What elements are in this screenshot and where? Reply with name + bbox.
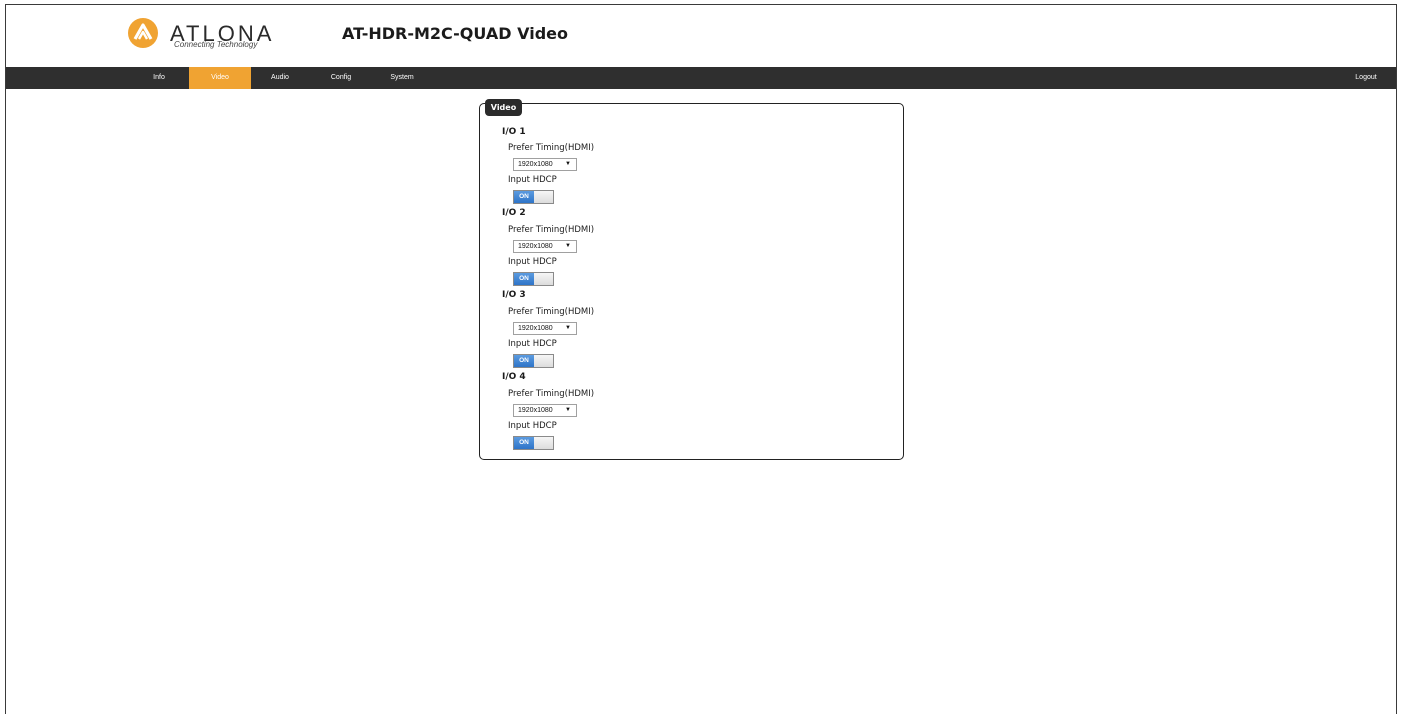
input-hdcp-toggle[interactable]: ON [513, 436, 554, 450]
input-hdcp-toggle[interactable]: ON [513, 354, 554, 368]
navbar: Info Video Audio Config System Logout [6, 67, 1396, 89]
input-hdcp-toggle[interactable]: ON [513, 272, 554, 286]
prefer-timing-select[interactable]: 1920x1080 ▼ [513, 158, 577, 171]
input-hdcp-label: Input HDCP [508, 257, 557, 267]
dropdown-arrow-icon: ▼ [565, 325, 571, 331]
nav-video[interactable]: Video [189, 67, 251, 89]
nav-info[interactable]: Info [142, 67, 176, 89]
dropdown-arrow-icon: ▼ [565, 243, 571, 249]
nav-config[interactable]: Config [323, 67, 359, 89]
input-hdcp-label: Input HDCP [508, 339, 557, 349]
toggle-state: ON [514, 355, 534, 367]
panel-title: Video [485, 99, 522, 116]
nav-system[interactable]: System [384, 67, 420, 89]
prefer-timing-label: Prefer Timing(HDMI) [508, 389, 595, 399]
prefer-timing-select[interactable]: 1920x1080 ▼ [513, 322, 577, 335]
io-label: I/O 1 [502, 127, 526, 137]
select-value: 1920x1080 [518, 407, 553, 414]
select-value: 1920x1080 [518, 325, 553, 332]
prefer-timing-label: Prefer Timing(HDMI) [508, 225, 595, 235]
toggle-state: ON [514, 191, 534, 203]
logo-mark-icon: ATLONA [128, 18, 271, 48]
nav-audio[interactable]: Audio [262, 67, 298, 89]
toggle-state: ON [514, 273, 534, 285]
prefer-timing-select[interactable]: 1920x1080 ▼ [513, 404, 577, 417]
input-hdcp-toggle[interactable]: ON [513, 190, 554, 204]
dropdown-arrow-icon: ▼ [565, 407, 571, 413]
select-value: 1920x1080 [518, 161, 553, 168]
atlona-logo: ATLONA Connecting Technology [126, 17, 326, 57]
toggle-state: ON [514, 437, 534, 449]
input-hdcp-label: Input HDCP [508, 421, 557, 431]
dropdown-arrow-icon: ▼ [565, 161, 571, 167]
prefer-timing-label: Prefer Timing(HDMI) [508, 143, 595, 153]
select-value: 1920x1080 [518, 243, 553, 250]
logout-button[interactable]: Logout [1346, 67, 1386, 89]
io-label: I/O 4 [502, 372, 526, 382]
io-label: I/O 2 [502, 208, 526, 218]
logo-tagline: Connecting Technology [174, 40, 258, 49]
io-label: I/O 3 [502, 290, 526, 300]
header: ATLONA Connecting Technology AT-HDR-M2C-… [6, 5, 1396, 67]
prefer-timing-select[interactable]: 1920x1080 ▼ [513, 240, 577, 253]
page-title: AT-HDR-M2C-QUAD Video [342, 24, 568, 43]
input-hdcp-label: Input HDCP [508, 175, 557, 185]
prefer-timing-label: Prefer Timing(HDMI) [508, 307, 595, 317]
